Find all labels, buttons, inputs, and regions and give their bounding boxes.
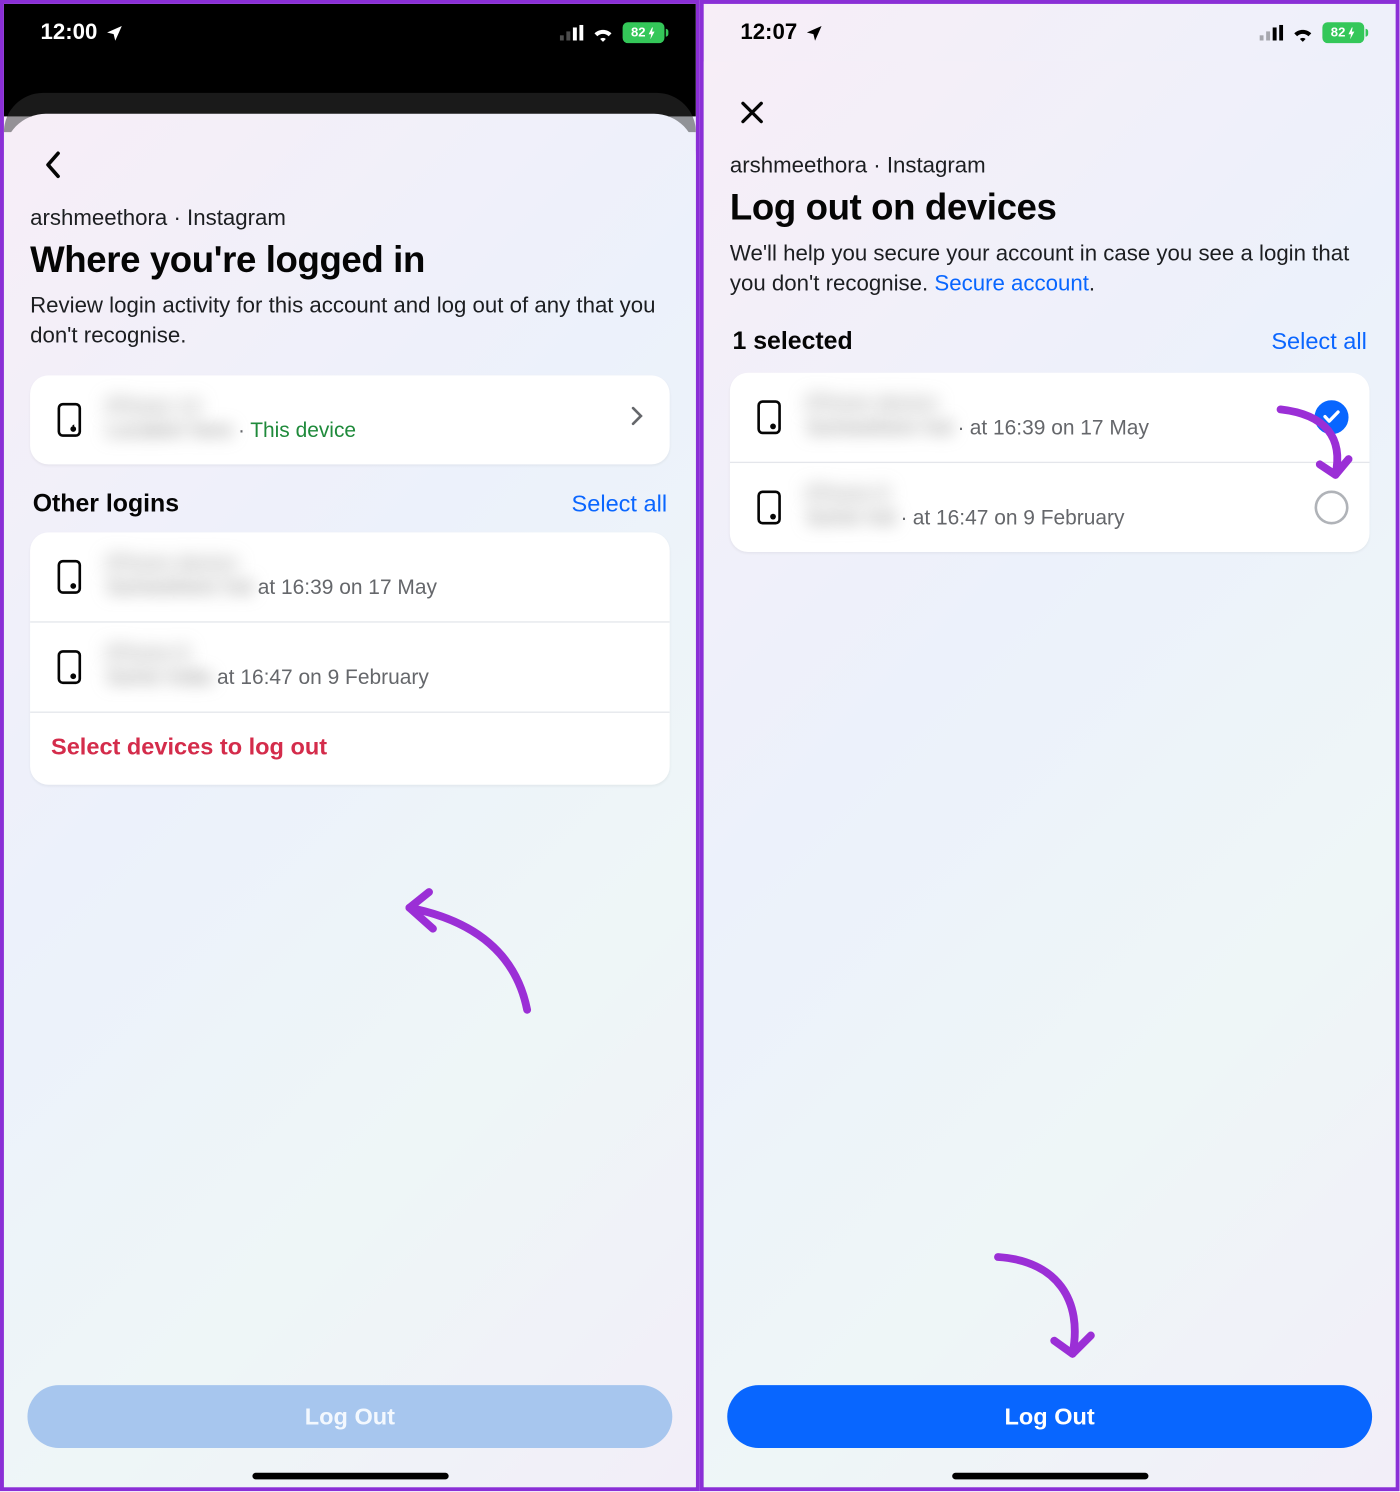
login-time: at 16:47 on 9 February xyxy=(217,667,429,691)
other-logins-heading: Other logins xyxy=(33,490,179,519)
home-indicator xyxy=(252,1473,448,1480)
close-icon xyxy=(739,99,765,125)
battery-icon: 82 xyxy=(1322,22,1364,43)
annotation-arrow-icon xyxy=(978,1241,1109,1372)
device-name-masked: iPhone 8 xyxy=(106,643,189,667)
chevron-right-icon xyxy=(630,406,648,433)
device-location-masked: Some Ind xyxy=(806,507,896,531)
status-bar: 12:00 82 xyxy=(4,4,696,62)
select-all-link[interactable]: Select all xyxy=(572,491,668,518)
login-row[interactable]: iPhone device Somewhere Ind at 16:39 on … xyxy=(30,532,670,621)
device-location-masked: Location here xyxy=(106,420,233,444)
page-title: Log out on devices xyxy=(730,187,1370,229)
select-devices-logout-link[interactable]: Select devices to log out xyxy=(30,711,670,784)
logout-button[interactable]: Log Out xyxy=(27,1385,672,1448)
device-name-masked: iPhone device xyxy=(806,394,937,418)
battery-icon: 82 xyxy=(623,22,665,43)
screenshot-left: 12:00 82 arshmeethora · Instagram Where … xyxy=(0,0,700,1491)
screenshot-right: 12:07 82 arshmeethora · Instagram Log ou… xyxy=(700,0,1400,1491)
select-all-link[interactable]: Select all xyxy=(1271,329,1367,356)
status-time: 12:00 xyxy=(41,20,98,46)
device-location-masked: Somewhere Ind xyxy=(106,577,253,601)
phone-apple-icon xyxy=(55,649,84,686)
home-indicator xyxy=(952,1473,1148,1480)
phone-apple-icon xyxy=(755,399,784,436)
annotation-arrow-icon xyxy=(383,879,553,1023)
wifi-icon xyxy=(1291,24,1315,41)
current-device-card[interactable]: iPhone 14 Location here · This device xyxy=(30,375,670,464)
status-bar: 12:07 82 xyxy=(704,4,1396,62)
breadcrumb: arshmeethora · Instagram xyxy=(730,153,1370,179)
close-button[interactable] xyxy=(730,90,774,134)
device-name-masked: iPhone 8 xyxy=(806,484,889,508)
status-time: 12:07 xyxy=(740,20,797,46)
device-checkbox[interactable] xyxy=(1315,400,1349,434)
phone-apple-icon xyxy=(755,489,784,526)
login-row[interactable]: iPhone 8 Some India at 16:47 on 9 Februa… xyxy=(30,621,670,711)
back-button[interactable] xyxy=(30,143,74,187)
page-description: Review login activity for this account a… xyxy=(30,292,670,352)
devices-card: iPhone device Somewhere Ind · at 16:39 o… xyxy=(730,373,1370,552)
device-name-masked: iPhone device xyxy=(106,553,237,577)
device-location-masked: Somewhere Ind xyxy=(806,417,953,441)
secure-account-link[interactable]: Secure account xyxy=(934,271,1089,296)
location-icon xyxy=(105,23,125,43)
device-location-masked: Some India xyxy=(106,667,212,691)
wifi-icon xyxy=(591,24,615,41)
page-title: Where you're logged in xyxy=(30,239,670,281)
device-row[interactable]: iPhone 8 Some Ind · at 16:47 on 9 Februa… xyxy=(730,462,1370,552)
device-name-masked: iPhone 14 xyxy=(106,396,200,420)
device-row[interactable]: iPhone device Somewhere Ind · at 16:39 o… xyxy=(730,373,1370,462)
login-time: at 16:47 on 9 February xyxy=(913,507,1125,531)
cellular-icon xyxy=(1260,25,1284,41)
phone-apple-icon xyxy=(55,401,84,438)
breadcrumb: arshmeethora · Instagram xyxy=(30,205,670,231)
page-description: We'll help you secure your account in ca… xyxy=(730,239,1370,299)
location-icon xyxy=(805,23,825,43)
cellular-icon xyxy=(560,25,584,41)
device-checkbox[interactable] xyxy=(1315,490,1349,524)
chevron-left-icon xyxy=(43,150,61,179)
login-time: at 16:39 on 17 May xyxy=(970,417,1149,441)
selected-count: 1 selected xyxy=(732,328,852,357)
login-time: at 16:39 on 17 May xyxy=(258,577,437,601)
other-logins-card: iPhone device Somewhere Ind at 16:39 on … xyxy=(30,532,670,784)
phone-apple-icon xyxy=(55,558,84,595)
logout-button[interactable]: Log Out xyxy=(727,1385,1372,1448)
this-device-label: This device xyxy=(250,420,356,444)
